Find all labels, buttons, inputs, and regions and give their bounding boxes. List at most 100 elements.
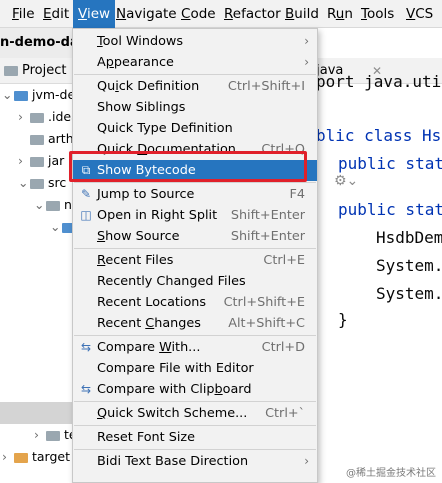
menu-navigate-rest: avigate <box>126 6 177 22</box>
menu-build[interactable]: Build <box>285 0 319 28</box>
tree-row[interactable]: arth <box>18 128 80 150</box>
menu-view[interactable]: View <box>73 0 116 28</box>
folder-icon <box>30 134 44 145</box>
menu-item-label: Compare File with Editor <box>97 361 254 376</box>
menu-item-label: Show Siblings <box>97 100 186 115</box>
menu-item-shortcut: F4 <box>289 187 305 202</box>
menu-item-label: Recent Locations <box>97 295 207 310</box>
menu-item-shortcut: Ctrl+Shift+I <box>227 79 305 94</box>
menu-code-rest: ode <box>190 6 216 22</box>
menu-item-compare-with-clipboard[interactable]: ⇆ Compare with Clipboard <box>73 379 317 400</box>
menu-item-recent-changes[interactable]: Recent Changes Alt+Shift+C <box>73 313 317 334</box>
chevron-icon[interactable]: › <box>18 106 30 128</box>
menu-item-shortcut: Alt+Shift+C <box>228 316 305 331</box>
code-line: } <box>338 310 348 329</box>
menu-item-label: Bidi Text Base Direction <box>97 454 249 469</box>
folder-icon <box>14 90 28 101</box>
menu-separator <box>74 248 316 249</box>
menu-edit[interactable]: Edit <box>43 0 69 28</box>
menu-item-shortcut: Shift+Enter <box>230 229 305 244</box>
tree-row[interactable]: › .idea <box>18 106 80 128</box>
menu-navigate-mnemonic: N <box>116 6 127 22</box>
menu-item-shortcut: Shift+Enter <box>230 208 305 223</box>
highlight-callout-box <box>69 151 307 182</box>
menu-item-shortcut: Ctrl+D <box>261 340 305 355</box>
menu-item-quick-definition[interactable]: Quick Definition Ctrl+Shift+I <box>73 76 317 97</box>
menu-view-rest: iew <box>86 6 111 22</box>
code-line: public stat <box>338 154 442 173</box>
run-gutter-icon[interactable]: ⚙⌄ <box>334 173 358 189</box>
menu-tools[interactable]: Tools <box>361 0 394 28</box>
project-title: n-demo-dayC <box>0 28 80 58</box>
folder-icon <box>30 112 44 123</box>
menu-item-shortcut: Ctrl+` <box>265 406 305 421</box>
menu-refactor[interactable]: Refactor <box>224 0 281 28</box>
menu-item-label: Recent Changes <box>97 316 201 331</box>
tree-row-label: jar <box>48 153 65 168</box>
menu-item-recently-changed-files[interactable]: Recently Changed Files <box>73 271 317 292</box>
menu-navigate[interactable]: Navigate <box>116 0 177 28</box>
menu-item-bidi-text-base-direction[interactable]: Bidi Text Base Direction › <box>73 451 317 472</box>
chevron-icon[interactable]: › <box>2 446 14 468</box>
menu-item-label: Open in Right Split <box>97 208 218 223</box>
view-menu-dropdown: Tool Windows › Appearance › Quick Definition… <box>72 28 318 483</box>
menu-item-label: Tool Windows <box>97 34 184 49</box>
menu-item-tool-windows[interactable]: Tool Windows › <box>73 31 317 52</box>
menu-edit-mnemonic: E <box>43 6 52 22</box>
project-tool-window-header[interactable]: Project <box>0 58 80 84</box>
chevron-icon[interactable]: ⌄ <box>50 216 62 238</box>
tree-row[interactable]: ⌄jvm-dem <box>2 84 80 106</box>
menu-separator <box>74 401 316 402</box>
menu-item-compare-with[interactable]: ⇆ Compare With... Ctrl+D <box>73 337 317 358</box>
menu-build-mnemonic: B <box>285 6 295 22</box>
menu-code[interactable]: Code <box>181 0 216 28</box>
menu-vcs[interactable]: VCS <box>406 0 433 28</box>
menu-item-show-source[interactable]: Show Source Shift+Enter <box>73 226 317 247</box>
menu-item-label: Compare with Clipboard <box>97 382 252 397</box>
menu-run-rest: n <box>344 6 353 22</box>
menu-build-rest: uild <box>294 6 319 22</box>
clipboard-compare-icon: ⇆ <box>80 382 92 396</box>
tree-row[interactable]: › target <box>2 446 80 468</box>
menu-item-label: Jump to Source <box>97 187 195 202</box>
menu-item-appearance[interactable]: Appearance › <box>73 52 317 73</box>
menu-item-label: Quick Type Definition <box>97 121 233 136</box>
tree-row-label: n <box>64 197 72 212</box>
menu-file[interactable]: File <box>12 0 35 28</box>
menu-item-open-in-right-split[interactable]: ◫ Open in Right Split Shift+Enter <box>73 205 317 226</box>
folder-icon <box>46 200 60 211</box>
menu-vcs-rest: CS <box>415 6 434 22</box>
menu-separator <box>74 449 316 450</box>
code-line: HsdbDem <box>376 228 442 247</box>
menu-separator <box>74 335 316 336</box>
menu-item-label: Reset Font Size <box>97 430 196 445</box>
menu-run[interactable]: Run <box>327 0 353 28</box>
folder-icon <box>30 178 44 189</box>
menu-item-jump-to-source[interactable]: ✎ Jump to Source F4 <box>73 184 317 205</box>
split-icon: ◫ <box>80 208 92 222</box>
menu-item-quick-type-definition[interactable]: Quick Type Definition <box>73 118 317 139</box>
menu-item-label: Quick Definition <box>97 79 200 94</box>
chevron-icon[interactable]: ⌄ <box>34 194 46 216</box>
menu-item-recent-locations[interactable]: Recent Locations Ctrl+Shift+E <box>73 292 317 313</box>
code-line: System. <box>376 256 442 275</box>
menu-item-reset-font-size[interactable]: Reset Font Size <box>73 427 317 448</box>
submenu-arrow-icon: › <box>304 55 309 69</box>
project-tool-label: Project <box>22 63 67 78</box>
watermark: @稀土掘金技术社区 <box>346 468 436 479</box>
chevron-icon[interactable]: ⌄ <box>18 172 30 194</box>
menu-file-mnemonic: F <box>12 6 19 22</box>
chevron-icon[interactable]: ⌄ <box>2 84 14 106</box>
menu-item-show-siblings[interactable]: Show Siblings <box>73 97 317 118</box>
submenu-arrow-icon: › <box>304 34 309 48</box>
menu-item-compare-file-with-editor[interactable]: Compare File with Editor <box>73 358 317 379</box>
menu-refactor-rest: efactor <box>232 6 281 22</box>
chevron-icon[interactable]: › <box>18 150 30 172</box>
menu-item-label: Quick Switch Scheme... <box>97 406 248 421</box>
menu-item-label: Recently Changed Files <box>97 274 246 289</box>
chevron-icon[interactable]: › <box>34 424 46 446</box>
menu-item-recent-files[interactable]: Recent Files Ctrl+E <box>73 250 317 271</box>
menu-item-quick-switch-scheme[interactable]: Quick Switch Scheme... Ctrl+` <box>73 403 317 424</box>
menu-item-label: Compare With... <box>97 340 201 355</box>
menu-item-shortcut: Ctrl+Shift+E <box>223 295 305 310</box>
